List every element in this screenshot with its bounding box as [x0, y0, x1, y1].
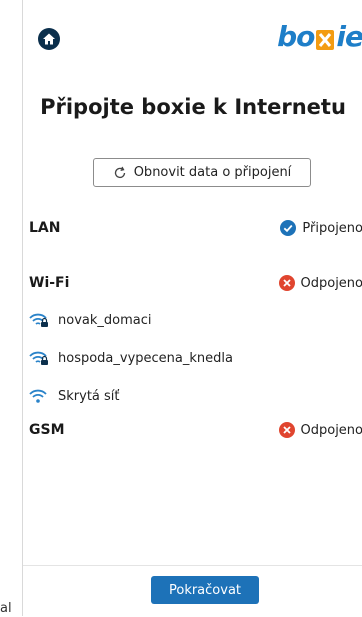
top-bar: bo ie: [23, 0, 362, 80]
wifi-row: Wi-Fi Odpojeno: [29, 273, 362, 293]
gsm-status: Odpojeno: [279, 422, 362, 438]
lan-label: LAN: [29, 220, 60, 236]
continue-button[interactable]: Pokračovat: [151, 576, 259, 604]
boxie-logo: bo ie: [277, 22, 362, 50]
setup-page: bo ie Připojte boxie k Internetu Obnovit…: [22, 0, 362, 616]
wifi-status: Odpojeno: [279, 275, 362, 291]
lan-row: LAN Připojeno: [29, 218, 362, 238]
wifi-network-name: Skrytá síť: [58, 389, 120, 404]
page-title: Připojte boxie k Internetu: [23, 95, 362, 119]
gsm-row: GSM Odpojeno: [29, 420, 362, 440]
wifi-lock-icon: [29, 312, 49, 328]
wifi-network-name: novak_domaci: [58, 313, 151, 328]
gsm-label: GSM: [29, 422, 65, 438]
gsm-status-text: Odpojeno: [301, 423, 362, 438]
logo-x-mark: [315, 25, 335, 47]
lan-status: Připojeno: [280, 220, 362, 236]
wifi-lock-icon: [29, 350, 49, 366]
refresh-button-label: Obnovit data o připojení: [134, 165, 292, 180]
wifi-icon: [29, 388, 49, 404]
refresh-icon: [113, 166, 127, 180]
wifi-label: Wi-Fi: [29, 275, 69, 291]
logo-text-left: bo: [277, 20, 314, 53]
check-circle-icon: [280, 220, 296, 236]
footer: Pokračovat: [23, 565, 362, 617]
wifi-network-item[interactable]: novak_domaci: [29, 310, 151, 330]
wifi-network-name: hospoda_vypecena_knedla: [58, 351, 233, 366]
home-button[interactable]: [38, 28, 60, 50]
lan-status-text: Připojeno: [302, 221, 362, 236]
home-icon: [42, 32, 56, 46]
wifi-status-text: Odpojeno: [301, 276, 362, 291]
x-circle-icon: [279, 275, 295, 291]
refresh-connection-button[interactable]: Obnovit data o připojení: [93, 158, 311, 187]
wifi-network-item[interactable]: hospoda_vypecena_knedla: [29, 348, 233, 368]
logo-text-right: ie: [336, 20, 362, 53]
x-circle-icon: [279, 422, 295, 438]
cutoff-text: al: [0, 601, 12, 616]
wifi-network-item[interactable]: Skrytá síť: [29, 386, 120, 406]
